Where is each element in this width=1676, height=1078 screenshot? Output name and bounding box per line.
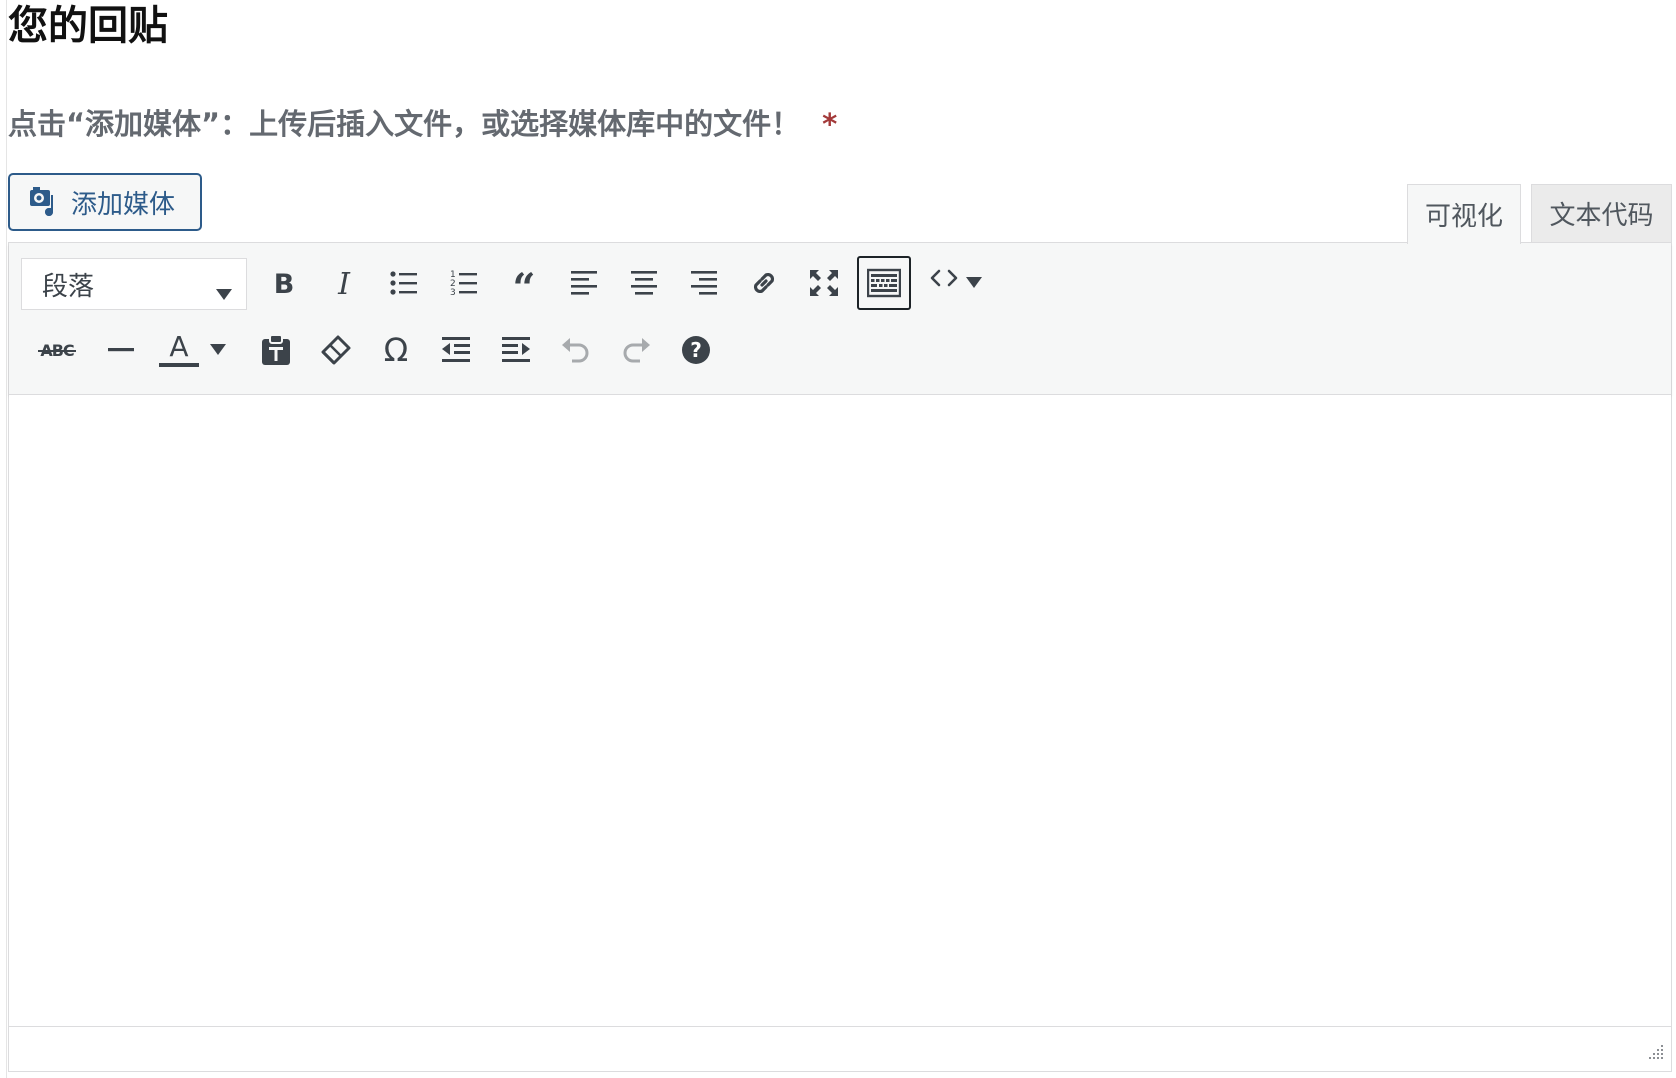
outdent-icon	[440, 335, 472, 365]
chevron-down-icon	[216, 278, 232, 308]
toolbar-toggle-icon	[867, 268, 901, 298]
paste-text-icon	[260, 334, 292, 366]
svg-text:3: 3	[450, 288, 456, 298]
horizontal-rule-button[interactable]	[94, 323, 148, 377]
undo-button[interactable]	[549, 323, 603, 377]
outdent-button[interactable]	[429, 323, 483, 377]
link-button[interactable]	[737, 256, 791, 310]
bullet-list-icon	[389, 268, 419, 298]
horizontal-rule-icon	[107, 346, 135, 354]
bold-button[interactable]: B	[257, 256, 311, 310]
svg-text:B: B	[274, 269, 295, 298]
indent-icon	[500, 335, 532, 365]
fullscreen-icon	[808, 268, 840, 298]
svg-text:I: I	[337, 268, 351, 298]
align-right-button[interactable]	[677, 256, 731, 310]
add-media-button[interactable]: 添加媒体	[8, 173, 202, 231]
align-center-button[interactable]	[617, 256, 671, 310]
text-color-label: A	[169, 330, 189, 363]
editor: 段落 B I 1 2 3 “ ABC A Ω ?	[8, 242, 1672, 1072]
svg-text:?: ?	[690, 338, 702, 362]
align-center-icon	[629, 268, 659, 298]
text-color-dropdown[interactable]	[205, 323, 231, 377]
indent-button[interactable]	[489, 323, 543, 377]
align-right-icon	[689, 268, 719, 298]
paste-text-button[interactable]	[249, 323, 303, 377]
blockquote-button[interactable]: “	[497, 256, 551, 310]
editor-content-area[interactable]	[9, 395, 1671, 1027]
tab-visual[interactable]: 可视化	[1407, 184, 1521, 244]
link-icon	[748, 267, 780, 299]
undo-icon	[560, 335, 592, 365]
help-button[interactable]: ?	[669, 323, 723, 377]
strikethrough-button[interactable]: ABC	[27, 323, 87, 377]
left-divider	[6, 0, 7, 1078]
fullscreen-button[interactable]	[797, 256, 851, 310]
toolbar-toggle-button[interactable]	[857, 256, 911, 310]
tab-text-code-label: 文本代码	[1549, 201, 1654, 231]
bullet-list-button[interactable]	[377, 256, 431, 310]
required-mark: *	[822, 107, 838, 141]
dropdown-caret-icon	[966, 277, 982, 289]
clear-formatting-icon	[320, 334, 352, 366]
resize-handle-icon[interactable]	[1645, 1041, 1665, 1065]
align-left-icon	[569, 268, 599, 298]
special-character-icon: Ω	[383, 331, 409, 369]
help-icon: ?	[681, 335, 711, 365]
italic-icon: I	[329, 268, 359, 298]
clear-formatting-button[interactable]	[309, 323, 363, 377]
align-left-button[interactable]	[557, 256, 611, 310]
blockquote-icon: “	[508, 268, 540, 298]
svg-text:“: “	[512, 268, 535, 298]
editor-statusbar	[9, 1026, 1671, 1071]
media-hint-text: 点击“添加媒体”：上传后插入文件，或选择媒体库中的文件！	[8, 107, 801, 141]
code-icon	[929, 266, 959, 290]
redo-button[interactable]	[609, 323, 663, 377]
text-color-button[interactable]: A	[154, 323, 204, 377]
tab-text-code[interactable]: 文本代码	[1531, 184, 1672, 242]
page-title: 您的回贴	[8, 3, 168, 49]
add-media-label: 添加媒体	[71, 189, 176, 220]
numbered-list-icon: 1 2 3	[449, 268, 479, 298]
chevron-down-icon	[210, 344, 226, 356]
italic-button[interactable]: I	[317, 256, 371, 310]
media-hint: 点击“添加媒体”：上传后插入文件，或选择媒体库中的文件！ *	[8, 106, 837, 142]
editor-toolbar: 段落 B I 1 2 3 “ ABC A Ω ?	[9, 243, 1671, 395]
tab-visual-label: 可视化	[1424, 202, 1503, 232]
strikethrough-icon: ABC	[38, 341, 76, 360]
format-select[interactable]: 段落	[21, 258, 247, 310]
more-dropdown-button[interactable]	[959, 256, 989, 310]
add-media-icon	[27, 185, 61, 219]
special-character-button[interactable]: Ω	[369, 323, 423, 377]
numbered-list-button[interactable]: 1 2 3	[437, 256, 491, 310]
redo-icon	[620, 335, 652, 365]
format-select-value: 段落	[42, 271, 95, 302]
text-color-icon: A	[159, 333, 199, 367]
bold-icon: B	[269, 268, 299, 298]
